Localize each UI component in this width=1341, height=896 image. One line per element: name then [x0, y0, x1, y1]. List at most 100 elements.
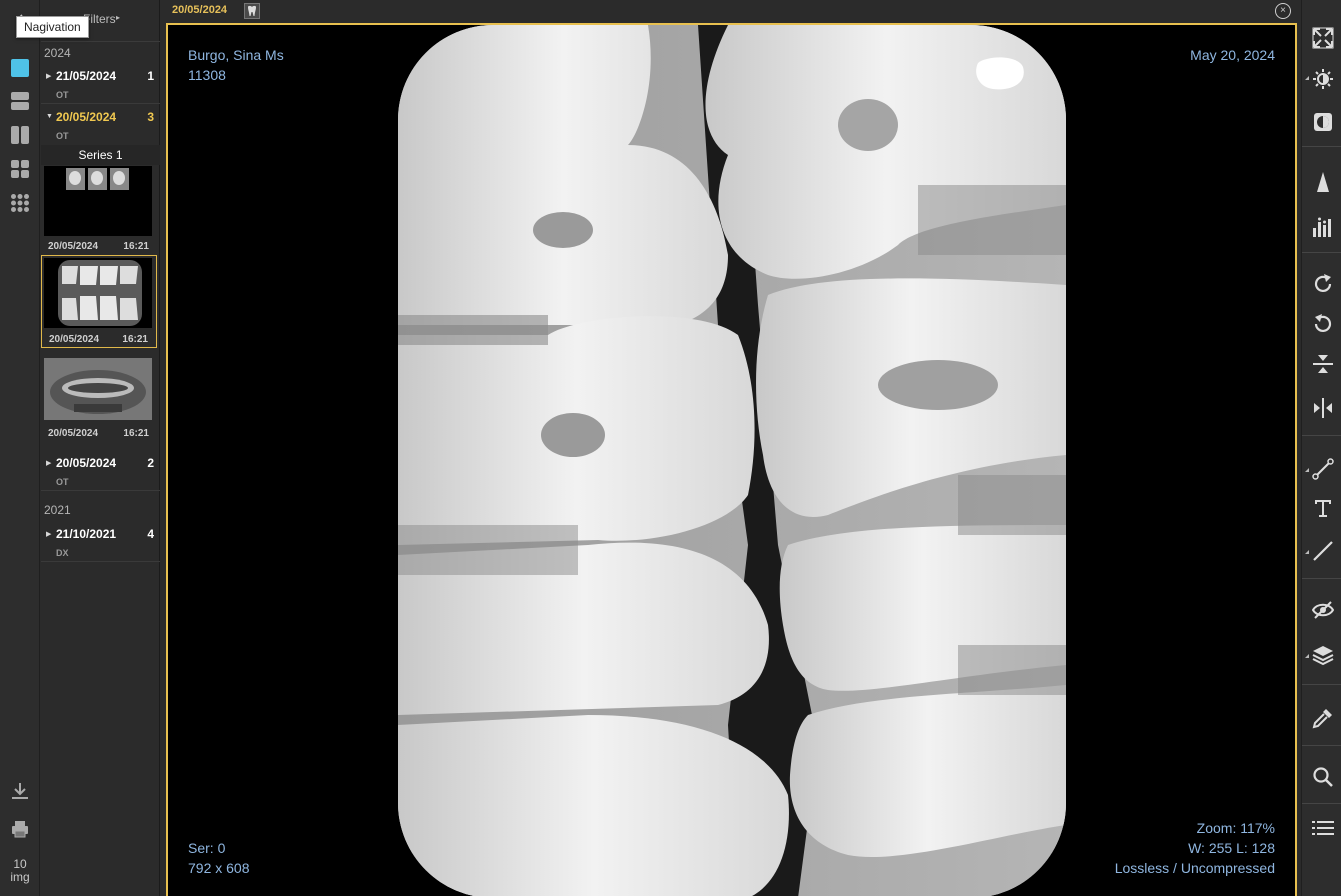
- sharpen-icon: [1317, 172, 1329, 192]
- rotate-left-icon: [1314, 314, 1332, 333]
- study-panel: Filters ▸ 2024 ▶ 21/05/2024 1 OT ▼ 20/05…: [41, 0, 160, 896]
- menu-list-icon: [1312, 821, 1334, 835]
- thumbnail-3[interactable]: 20/05/2024 16:21: [41, 350, 157, 443]
- zoom-level: Zoom: 117%: [1196, 820, 1275, 836]
- submenu-indicator-icon: [1305, 550, 1309, 554]
- download-button[interactable]: [8, 779, 32, 803]
- panoramic-thumbnail: [44, 358, 152, 420]
- rotate-left-button[interactable]: [1311, 312, 1335, 336]
- caret-right-icon: ▶: [46, 531, 52, 538]
- study-count: 2: [147, 456, 154, 470]
- close-viewer-button[interactable]: ×: [1275, 3, 1291, 19]
- tooth-icon[interactable]: [244, 3, 260, 19]
- study-item-active[interactable]: ▼ 20/05/2024 3 OT: [41, 105, 160, 145]
- study-modality: OT: [56, 131, 69, 141]
- study-modality: OT: [56, 477, 69, 487]
- hide-annotations-icon: [1312, 601, 1334, 619]
- brightness-button[interactable]: [1311, 67, 1335, 91]
- measure-button[interactable]: [1311, 457, 1335, 481]
- patient-id: 11308: [188, 67, 226, 83]
- bitewing-thumbnail: [58, 260, 142, 326]
- separator: [1302, 252, 1341, 253]
- sharpen-button[interactable]: [1311, 170, 1335, 194]
- series-number: Ser: 0: [188, 840, 226, 856]
- study-date: 21/10/2021: [56, 527, 117, 541]
- separator: [1302, 803, 1341, 804]
- right-toolbar: [1301, 0, 1341, 896]
- fit-to-screen-icon: [1312, 27, 1334, 49]
- layout-grid-2x2-icon: [11, 160, 29, 178]
- study-item[interactable]: ▶ 21/10/2021 4 DX: [41, 522, 160, 562]
- window-level: W: 255 L: 128: [1188, 840, 1275, 856]
- intraoral-set-thumbnail: [66, 168, 129, 190]
- layout-grid-2x2-button[interactable]: [8, 157, 32, 181]
- overlay-study-date: May 20, 2024: [1190, 47, 1275, 63]
- layout-rows-button[interactable]: [8, 89, 32, 113]
- separator: [1302, 745, 1341, 746]
- text-annotation-icon: [1315, 500, 1331, 517]
- thumbnail-1[interactable]: 20/05/2024 16:21: [41, 163, 157, 256]
- study-modality: DX: [56, 548, 69, 558]
- submenu-indicator-icon: [1305, 76, 1309, 80]
- study-item[interactable]: ▶ 20/05/2024 2 OT: [41, 451, 160, 491]
- caret-right-icon: ▶: [46, 73, 52, 80]
- histogram-icon: [1313, 217, 1331, 237]
- viewer-study-date: 20/05/2024: [172, 4, 228, 16]
- caret-right-icon: ▶: [46, 460, 52, 467]
- year-header: 2021: [44, 503, 71, 517]
- eyedropper-button[interactable]: [1311, 706, 1335, 730]
- submenu-indicator-icon: [1305, 468, 1309, 472]
- image-dimensions: 792 x 608: [188, 860, 250, 876]
- image-viewport[interactable]: Burgo, Sina Ms 11308 May 20, 2024 Ser: 0…: [166, 23, 1297, 896]
- eyedropper-icon: [1312, 709, 1332, 729]
- dental-imaging-app: 10 img Nagivation Filters ▸ 2024 ▶ 21/05…: [0, 0, 1341, 896]
- image-count-unit: img: [10, 870, 30, 884]
- thumbnail-2-selected[interactable]: 20/05/2024 16:21: [41, 255, 157, 348]
- line-icon: [1313, 541, 1333, 561]
- thumbnail-time: 16:21: [122, 334, 148, 345]
- study-count: 3: [147, 110, 154, 124]
- histogram-button[interactable]: [1311, 215, 1335, 239]
- patient-name: Burgo, Sina Ms: [188, 47, 284, 63]
- flip-vertical-button[interactable]: [1311, 352, 1335, 376]
- submenu-indicator-icon: [1305, 654, 1309, 658]
- image-count: 10 img: [0, 858, 40, 884]
- zoom-button[interactable]: [1311, 765, 1335, 789]
- flip-horizontal-button[interactable]: [1311, 396, 1335, 420]
- study-modality: OT: [56, 90, 69, 100]
- layout-single-icon: [11, 59, 29, 77]
- thumbnail-image: [44, 258, 152, 328]
- study-item[interactable]: ▶ 21/05/2024 1 OT: [41, 64, 160, 104]
- thumbnail-image: [44, 358, 152, 420]
- fit-to-screen-button[interactable]: [1311, 26, 1335, 50]
- flip-horizontal-icon: [1314, 398, 1332, 418]
- print-button[interactable]: [8, 817, 32, 841]
- invert-button[interactable]: [1311, 110, 1335, 134]
- layers-button[interactable]: [1311, 643, 1335, 667]
- thumbnail-time: 16:21: [123, 241, 149, 252]
- series-header: Series 1: [41, 145, 160, 165]
- viewer-header: 20/05/2024 ×: [161, 0, 1301, 22]
- line-button[interactable]: [1311, 539, 1335, 563]
- menu-list-button[interactable]: [1311, 816, 1335, 840]
- navigation-tooltip: Nagivation: [16, 16, 89, 38]
- layout-single-button[interactable]: [8, 56, 32, 80]
- layout-grid-3x3-icon: [11, 194, 29, 212]
- rotate-right-button[interactable]: [1311, 272, 1335, 296]
- separator: [1302, 578, 1341, 579]
- left-toolbar: 10 img: [0, 0, 40, 896]
- text-annotation-button[interactable]: [1311, 496, 1335, 520]
- invert-icon: [1314, 113, 1332, 131]
- layout-columns-button[interactable]: [8, 123, 32, 147]
- study-count: 4: [147, 527, 154, 541]
- separator: [1302, 146, 1341, 147]
- zoom-icon: [1313, 767, 1333, 787]
- caret-right-icon: ▸: [116, 13, 121, 22]
- layout-grid-3x3-button[interactable]: [8, 191, 32, 215]
- brightness-icon: [1313, 69, 1333, 89]
- hide-annotations-button[interactable]: [1311, 598, 1335, 622]
- thumbnail-image: [44, 166, 152, 236]
- thumbnail-date: 20/05/2024: [48, 241, 99, 252]
- rotate-right-icon: [1314, 274, 1332, 293]
- study-date: 20/05/2024: [56, 110, 117, 124]
